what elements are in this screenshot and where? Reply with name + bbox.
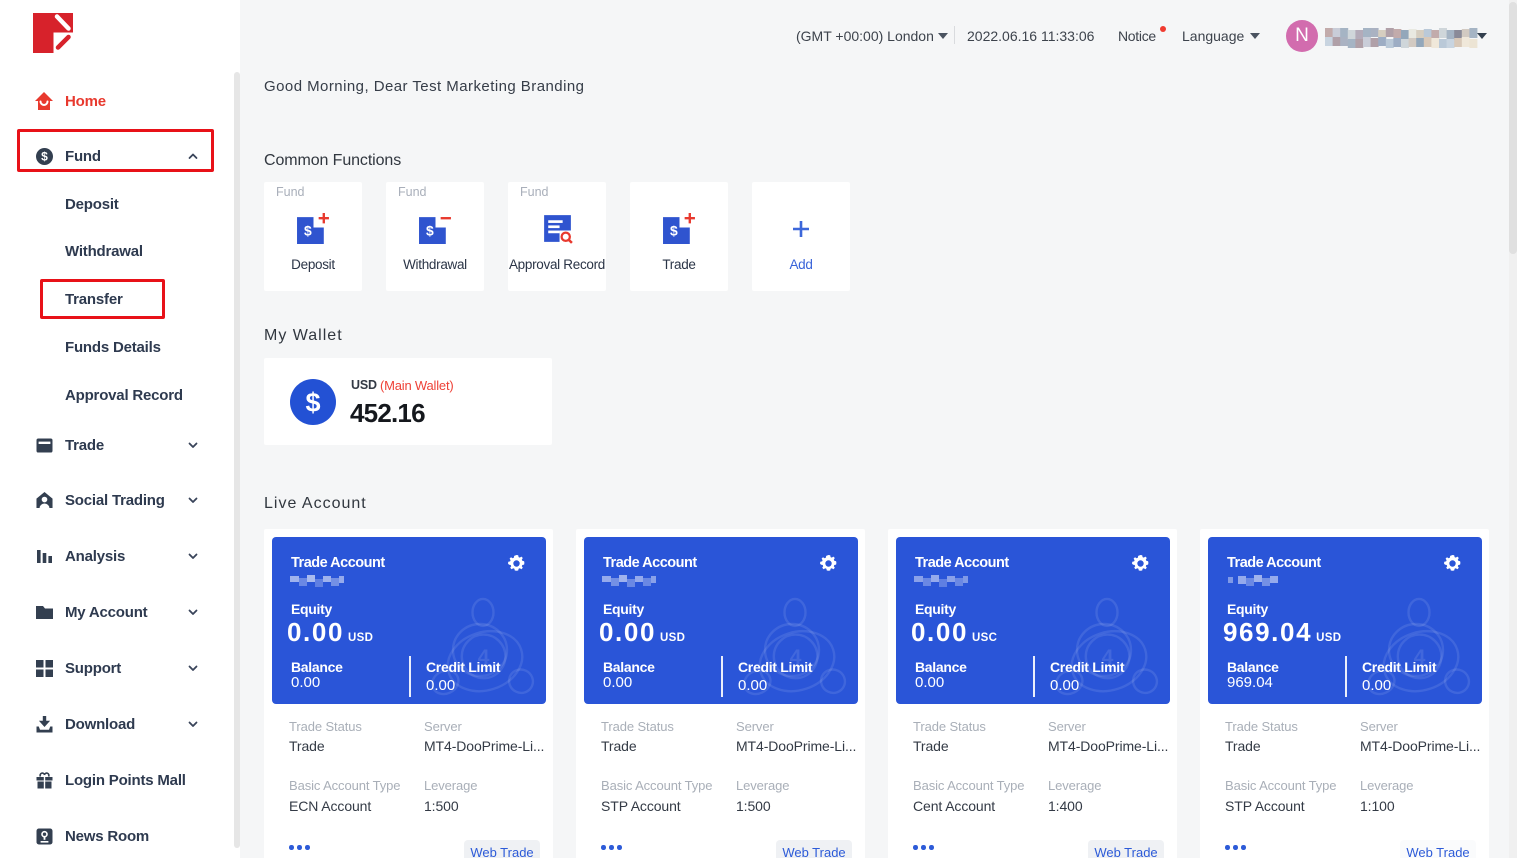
svg-text:$: $ (41, 149, 48, 163)
svg-text:$: $ (304, 223, 312, 239)
svg-text:$: $ (305, 388, 320, 418)
svg-text:$: $ (670, 223, 678, 239)
svg-text:$: $ (426, 223, 434, 239)
